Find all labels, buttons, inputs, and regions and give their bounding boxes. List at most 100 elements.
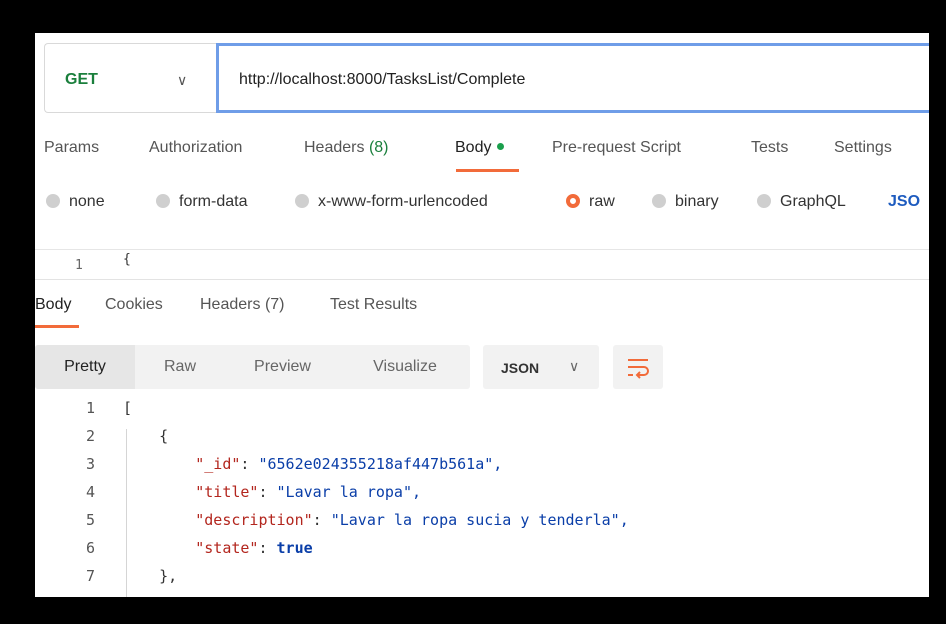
code-text: },	[123, 567, 178, 585]
radio-none[interactable]: none	[46, 193, 105, 211]
line-number: 6	[85, 539, 95, 557]
tab-label: Test Results	[330, 296, 418, 313]
visualize-button[interactable]: Visualize	[340, 345, 470, 389]
code-line: 3 "_id": "6562e024355218af447b561a",	[35, 455, 929, 483]
code-text: "state": true	[195, 539, 313, 557]
code-line: 1 [	[35, 399, 929, 427]
json-key: "_id"	[195, 455, 241, 473]
radio-bullet-icon	[652, 193, 666, 208]
response-body-code[interactable]: 1 [ 2 { 3 "_id": "6562e024355218af447b56…	[35, 399, 929, 597]
response-tab-body[interactable]: Body	[35, 296, 71, 314]
url-input[interactable]: http://localhost:8000/TasksList/Complete	[216, 43, 929, 113]
radio-bullet-icon	[757, 193, 771, 208]
preview-button[interactable]: Preview	[225, 345, 340, 389]
response-tabs: Body Cookies Headers (7) Test Results	[35, 296, 929, 330]
view-mode-group: Pretty Raw Preview Visualize	[35, 345, 470, 389]
raw-format-json-link[interactable]: JSO	[888, 193, 920, 211]
wrap-lines-icon	[628, 359, 649, 379]
json-value: "Lavar la ropa sucia y tenderla",	[330, 511, 629, 529]
method-select[interactable]: GET ∨	[44, 43, 216, 113]
method-label: GET	[65, 71, 98, 88]
code-line: 7 },	[35, 567, 929, 595]
tab-label: Pre-request Script	[552, 139, 681, 156]
tab-tests[interactable]: Tests	[751, 139, 788, 157]
radio-label: form-data	[179, 193, 248, 210]
code-line: 2 {	[35, 427, 929, 455]
postman-window: GET ∨ http://localhost:8000/TasksList/Co…	[35, 33, 929, 597]
code-text: "description": "Lavar la ropa sucia y te…	[195, 511, 629, 529]
tab-label: Settings	[834, 139, 892, 156]
body-type-options: none form-data x-www-form-urlencoded raw…	[35, 193, 929, 223]
code-text: "title": "Lavar la ropa",	[195, 483, 422, 501]
line-number: 1	[85, 399, 95, 417]
request-tabs: Params Authorization Headers (8) Body Pr…	[35, 139, 929, 179]
tab-params[interactable]: Params	[44, 139, 99, 157]
response-tab-cookies[interactable]: Cookies	[105, 296, 163, 314]
tab-label: Cookies	[105, 296, 163, 313]
tab-label: Headers	[200, 296, 261, 313]
tab-authorization[interactable]: Authorization	[149, 139, 242, 157]
radio-binary[interactable]: binary	[652, 193, 719, 211]
line-number: 7	[85, 567, 95, 585]
radio-label: x-www-form-urlencoded	[318, 193, 488, 210]
pretty-button[interactable]: Pretty	[35, 345, 135, 389]
radio-label: GraphQL	[780, 193, 846, 210]
json-key: "description"	[195, 511, 313, 529]
code-line: 4 "title": "Lavar la ropa",	[35, 483, 929, 511]
line-number: 4	[85, 483, 95, 501]
raw-button[interactable]: Raw	[135, 345, 225, 389]
radio-form-data[interactable]: form-data	[156, 193, 247, 211]
active-tab-underline	[35, 325, 79, 328]
line-number: 1	[75, 258, 83, 273]
url-text: http://localhost:8000/TasksList/Complete	[239, 71, 526, 88]
headers-count: (7)	[264, 296, 285, 313]
request-bar: GET ∨ http://localhost:8000/TasksList/Co…	[44, 43, 929, 115]
code-text: {	[123, 427, 169, 445]
code-line: 5 "description": "Lavar la ropa sucia y …	[35, 511, 929, 539]
radio-label: raw	[589, 193, 615, 210]
radio-bullet-icon	[46, 193, 60, 208]
radio-bullet-icon	[295, 193, 309, 208]
response-tab-headers[interactable]: Headers (7)	[200, 296, 285, 314]
tab-label: Params	[44, 139, 100, 156]
pane-divider[interactable]	[35, 279, 929, 280]
code-line: 6 "state": true	[35, 539, 929, 567]
tab-label: Body	[35, 296, 72, 313]
tab-pre-request-script[interactable]: Pre-request Script	[552, 139, 681, 157]
code-text: [	[123, 399, 133, 417]
chevron-down-icon: ∨	[569, 358, 580, 374]
json-value: true	[276, 539, 313, 557]
tab-body[interactable]: Body	[455, 139, 505, 157]
language-select[interactable]: JSON ∨	[483, 345, 599, 389]
tab-headers[interactable]: Headers (8)	[304, 139, 389, 157]
chevron-down-icon: ∨	[177, 72, 188, 88]
tab-label: Headers	[304, 139, 365, 156]
body-indicator-dot	[497, 143, 505, 151]
radio-selected-icon	[566, 193, 580, 208]
radio-label: binary	[675, 193, 719, 210]
radio-label: none	[69, 193, 105, 210]
radio-graphql[interactable]: GraphQL	[757, 193, 846, 211]
radio-bullet-icon	[156, 193, 170, 208]
tab-settings[interactable]: Settings	[834, 139, 892, 157]
tab-label: Body	[455, 139, 492, 156]
line-number: 2	[85, 427, 95, 445]
radio-raw[interactable]: raw	[566, 193, 615, 211]
json-key: "state"	[195, 539, 259, 557]
tab-label: Authorization	[149, 139, 243, 156]
wrap-lines-button[interactable]	[613, 345, 663, 389]
code-text: {	[123, 252, 131, 267]
json-value: "Lavar la ropa",	[276, 483, 422, 501]
language-label: JSON	[501, 360, 540, 376]
response-tab-test-results[interactable]: Test Results	[330, 296, 417, 314]
json-key: "title"	[195, 483, 259, 501]
active-tab-underline	[456, 169, 519, 172]
json-value: "6562e024355218af447b561a",	[258, 455, 503, 473]
headers-count: (8)	[368, 139, 389, 156]
line-number: 5	[85, 511, 95, 529]
line-number: 3	[85, 455, 95, 473]
tab-label: Tests	[751, 139, 789, 156]
radio-x-www-form-urlencoded[interactable]: x-www-form-urlencoded	[295, 193, 488, 211]
request-body-editor[interactable]: 1 {	[35, 249, 929, 280]
code-text: "_id": "6562e024355218af447b561a",	[195, 455, 503, 473]
